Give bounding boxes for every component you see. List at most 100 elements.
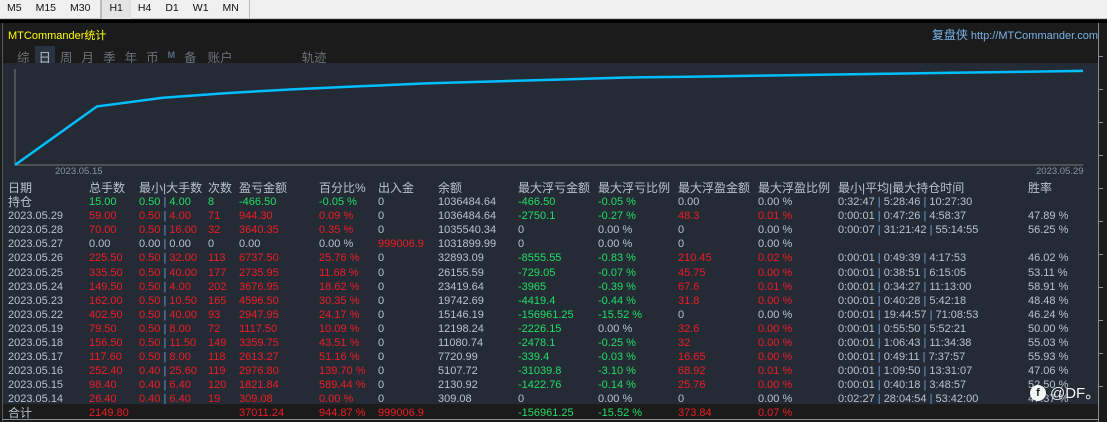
cell-8: -8555.55 bbox=[518, 252, 562, 265]
timeframe-w1[interactable]: W1 bbox=[186, 0, 216, 19]
column-header[interactable]: 最大浮亏金额 bbox=[518, 181, 590, 195]
cell-5: 944.87 % bbox=[319, 407, 366, 419]
separator: | bbox=[874, 196, 884, 208]
cell-0: 2023.05.17 bbox=[8, 351, 64, 364]
brand-url[interactable]: http://MTCommander.com bbox=[971, 30, 1098, 42]
cell-0: 2023.05.24 bbox=[8, 280, 64, 293]
separator: | bbox=[874, 308, 884, 321]
cell-7: 19742.69 bbox=[438, 294, 484, 307]
cell-0: 合计 bbox=[8, 406, 33, 420]
cell-3: 149 bbox=[208, 337, 227, 349]
separator: | bbox=[160, 308, 170, 321]
cell-4: 2613.27 bbox=[239, 351, 279, 364]
cell-5: -0.05 % bbox=[319, 196, 357, 208]
column-header[interactable]: 最大浮亏比例 bbox=[598, 181, 670, 195]
cell-0: 2023.05.19 bbox=[8, 322, 64, 335]
table-row[interactable]: 2023.05.17 117.60 0.50 | 8.00 118 2613.27 51.… bbox=[3, 350, 1099, 364]
cell-2: 0.40 | 6.40 bbox=[139, 379, 191, 392]
separator: | bbox=[160, 379, 170, 392]
table-row[interactable]: 2023.05.25 335.50 0.50 | 40.00 177 2735.95 11… bbox=[3, 266, 1099, 280]
table-row[interactable]: 2023.05.24 149.50 0.50 | 4.00 202 3676.95 18.… bbox=[3, 280, 1099, 294]
timeframe-m5[interactable]: M5 bbox=[0, 0, 29, 19]
brand-link[interactable]: 复盘侠 http://MTCommander.com bbox=[932, 26, 1098, 43]
cell-6: 0 bbox=[378, 379, 385, 392]
cell-7: 2130.92 bbox=[438, 379, 478, 392]
cell-1: 225.50 bbox=[89, 252, 123, 265]
table-row[interactable]: 2023.05.16 252.40 0.40 | 25.60 119 2976.80 13… bbox=[3, 364, 1099, 378]
cell-3: 71 bbox=[208, 210, 221, 223]
separator: | bbox=[874, 210, 884, 223]
cell-3: 72 bbox=[208, 322, 221, 335]
column-header[interactable]: 出入金 bbox=[378, 181, 414, 195]
cell-12: 0:00:01 | 0:49:11 | 7:37:57 bbox=[838, 351, 966, 364]
cell-3: 0 bbox=[208, 238, 215, 251]
column-header[interactable]: 最小|平均|最大持仓时间 bbox=[838, 181, 964, 195]
cell-6: 999006.9 bbox=[378, 407, 424, 419]
cell-7: 32893.09 bbox=[438, 252, 484, 265]
cell-11: 0.02 % bbox=[758, 252, 793, 265]
table-row[interactable]: 2023.05.18 156.50 0.50 | 11.50 149 3359.75 43… bbox=[3, 336, 1099, 350]
cell-6: 0 bbox=[378, 365, 385, 378]
watermark-text: @DF。 bbox=[1050, 385, 1101, 402]
separator: | bbox=[160, 210, 170, 223]
table-row[interactable]: 2023.05.15 98.40 0.40 | 6.40 120 1821.84 589.… bbox=[3, 378, 1099, 392]
separator: | bbox=[160, 266, 170, 279]
column-header[interactable]: 最大浮盈比例 bbox=[758, 181, 830, 195]
cell-2: 0.50 | 4.00 bbox=[139, 210, 191, 223]
timeframe-m30[interactable]: M30 bbox=[63, 0, 97, 19]
table-row[interactable]: 2023.05.19 79.50 0.50 | 8.00 72 1117.50 10.09… bbox=[3, 322, 1099, 336]
table-row[interactable]: 2023.05.23 162.00 0.50 | 10.50 165 4596.50 30… bbox=[3, 294, 1099, 308]
cell-0: 2023.05.28 bbox=[8, 224, 64, 237]
column-header[interactable]: 总手数 bbox=[89, 181, 125, 195]
timeframe-h1[interactable]: H1 bbox=[101, 0, 131, 19]
separator: | bbox=[874, 252, 884, 265]
column-header[interactable]: 次数 bbox=[208, 181, 232, 195]
table-row[interactable]: 2023.05.22 402.50 0.50 | 40.00 93 2947.95 24.… bbox=[3, 308, 1099, 322]
cell-8: -1422.76 bbox=[518, 379, 562, 392]
cell-5: 18.62 % bbox=[319, 280, 360, 293]
cell-11: 0.00 % bbox=[758, 308, 793, 321]
column-header[interactable]: 盈亏金额 bbox=[239, 181, 287, 195]
cell-12: 0:00:01 | 1:09:50 | 13:31:07 bbox=[838, 365, 973, 378]
cell-3: 119 bbox=[208, 365, 226, 378]
table-row[interactable]: 2023.05.27 0.00 0.00 | 0.00 0 0.00 0.00 % 9990… bbox=[3, 237, 1099, 251]
cell-8: -3965 bbox=[518, 280, 547, 293]
column-header[interactable]: 最大浮盈金额 bbox=[678, 181, 750, 195]
cell-5: 139.70 % bbox=[319, 365, 366, 378]
cell-8: -156961.25 bbox=[518, 407, 574, 419]
separator: | bbox=[919, 351, 929, 364]
timeframe-h4[interactable]: H4 bbox=[131, 0, 158, 19]
timeframe-m15[interactable]: M15 bbox=[29, 0, 63, 19]
cell-10: 16.65 bbox=[678, 351, 706, 364]
scale-tick bbox=[1099, 221, 1103, 222]
scale-tick bbox=[1099, 89, 1103, 90]
column-header[interactable]: 最小|大手数 bbox=[139, 181, 202, 195]
column-header[interactable]: 日期 bbox=[8, 181, 32, 195]
cell-7: 1036484.64 bbox=[438, 196, 497, 208]
cell-3: 202 bbox=[208, 280, 227, 293]
total-row[interactable]: 合计 2149.80 37011.24 944.87 % 999006.9 -156961… bbox=[3, 406, 1099, 420]
table-row[interactable]: 2023.05.26 225.50 0.50 | 32.00 113 6737.50 25… bbox=[3, 251, 1099, 265]
timeframe-mn[interactable]: MN bbox=[216, 0, 246, 19]
separator: | bbox=[920, 266, 930, 279]
open-positions-row[interactable]: 持仓 15.00 0.50 | 4.00 8 -466.50 -0.05 % 0 103648… bbox=[3, 195, 1099, 209]
column-header[interactable]: 余额 bbox=[438, 181, 462, 195]
cell-10: 0 bbox=[678, 308, 685, 321]
cell-1: 79.50 bbox=[89, 322, 117, 335]
column-header[interactable]: 胜率 bbox=[1028, 181, 1052, 195]
cell-9: -0.27 % bbox=[598, 210, 636, 223]
cell-13: 56.25 % bbox=[1028, 224, 1069, 237]
cell-0: 2023.05.22 bbox=[8, 308, 64, 321]
cell-11: 0.00 % bbox=[758, 266, 793, 279]
cell-2: 0.50 | 16.00 bbox=[139, 224, 197, 237]
cell-8: -156961.25 bbox=[518, 308, 574, 321]
cell-13: 46.02 % bbox=[1028, 252, 1069, 265]
cell-12: 0:32:47 | 5:28:46 | 10:27:30 bbox=[838, 196, 973, 208]
table-row[interactable]: 2023.05.28 70.00 0.50 | 16.00 32 3640.35 0.35… bbox=[3, 223, 1099, 237]
cell-6: 0 bbox=[378, 224, 385, 237]
cell-10: 32 bbox=[678, 337, 691, 349]
cell-9: -0.03 % bbox=[598, 351, 636, 364]
column-header[interactable]: 百分比% bbox=[319, 181, 366, 195]
table-row[interactable]: 2023.05.29 59.00 0.50 | 4.00 71 944.30 0.09 %… bbox=[3, 209, 1099, 223]
timeframe-d1[interactable]: D1 bbox=[158, 0, 185, 19]
